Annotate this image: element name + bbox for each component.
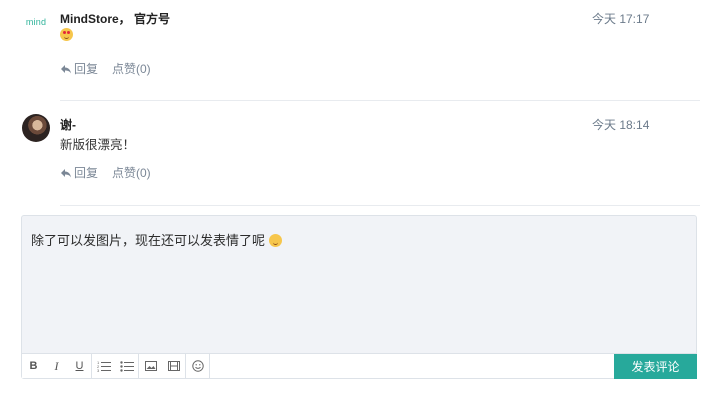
- submit-comment-button[interactable]: 发表评论: [614, 354, 697, 379]
- avatar-logo-text: mind: [25, 17, 47, 27]
- bullet-list-button[interactable]: [115, 354, 138, 378]
- comment-content: 新版很漂亮！: [60, 138, 136, 152]
- ordered-list-icon: 1 2 3: [97, 360, 111, 372]
- reply-icon: [61, 64, 71, 73]
- emoji-button[interactable]: [186, 354, 209, 378]
- reply-button[interactable]: 回复: [60, 60, 98, 77]
- toolbar-separator: [209, 354, 210, 378]
- bullet-list-icon: [119, 361, 134, 372]
- ordered-list-button[interactable]: 1 2 3: [92, 354, 115, 378]
- underline-button[interactable]: U: [68, 354, 91, 378]
- editor-text: 除了可以发图片，现在还可以发表情了呢: [31, 233, 266, 248]
- svg-text:3: 3: [97, 368, 100, 372]
- editor-content[interactable]: 除了可以发图片，现在还可以发表情了呢: [31, 230, 282, 249]
- comment-section: mind MindStore， 官方号 今天 17:17 回复 点赞(0) 谢-…: [0, 0, 720, 400]
- image-icon: [144, 361, 157, 371]
- heart-eyes-emoji-icon: [60, 28, 73, 41]
- comment-actions: 回复 点赞(0): [60, 164, 151, 181]
- video-icon: [167, 361, 180, 371]
- reply-label: 回复: [74, 166, 99, 180]
- bold-button[interactable]: B: [22, 354, 45, 378]
- editor-toolbar: B I U 1 2 3: [22, 353, 696, 378]
- comment-time: 今天 17:17: [592, 12, 650, 26]
- like-button[interactable]: 点赞(0): [112, 60, 151, 77]
- comment-content: [60, 28, 73, 42]
- like-button[interactable]: 点赞(0): [112, 164, 151, 181]
- smiley-icon: [191, 360, 204, 372]
- comment-editor[interactable]: 除了可以发图片，现在还可以发表情了呢 B I U 1 2 3 发表评论: [21, 215, 697, 379]
- smile-emoji-icon: [268, 234, 282, 247]
- divider: [60, 100, 700, 101]
- avatar[interactable]: mind: [22, 8, 50, 36]
- comment-time: 今天 18:14: [592, 118, 650, 132]
- avatar[interactable]: [22, 114, 50, 142]
- comment-author[interactable]: 谢-: [60, 116, 76, 133]
- video-button[interactable]: [162, 354, 185, 378]
- divider: [60, 205, 700, 206]
- comment-actions: 回复 点赞(0): [60, 60, 151, 77]
- image-button[interactable]: [139, 354, 162, 378]
- comment-author[interactable]: MindStore， 官方号: [60, 10, 170, 27]
- italic-button[interactable]: I: [45, 354, 68, 378]
- reply-icon: [61, 168, 71, 177]
- reply-label: 回复: [74, 62, 99, 76]
- reply-button[interactable]: 回复: [60, 164, 98, 181]
